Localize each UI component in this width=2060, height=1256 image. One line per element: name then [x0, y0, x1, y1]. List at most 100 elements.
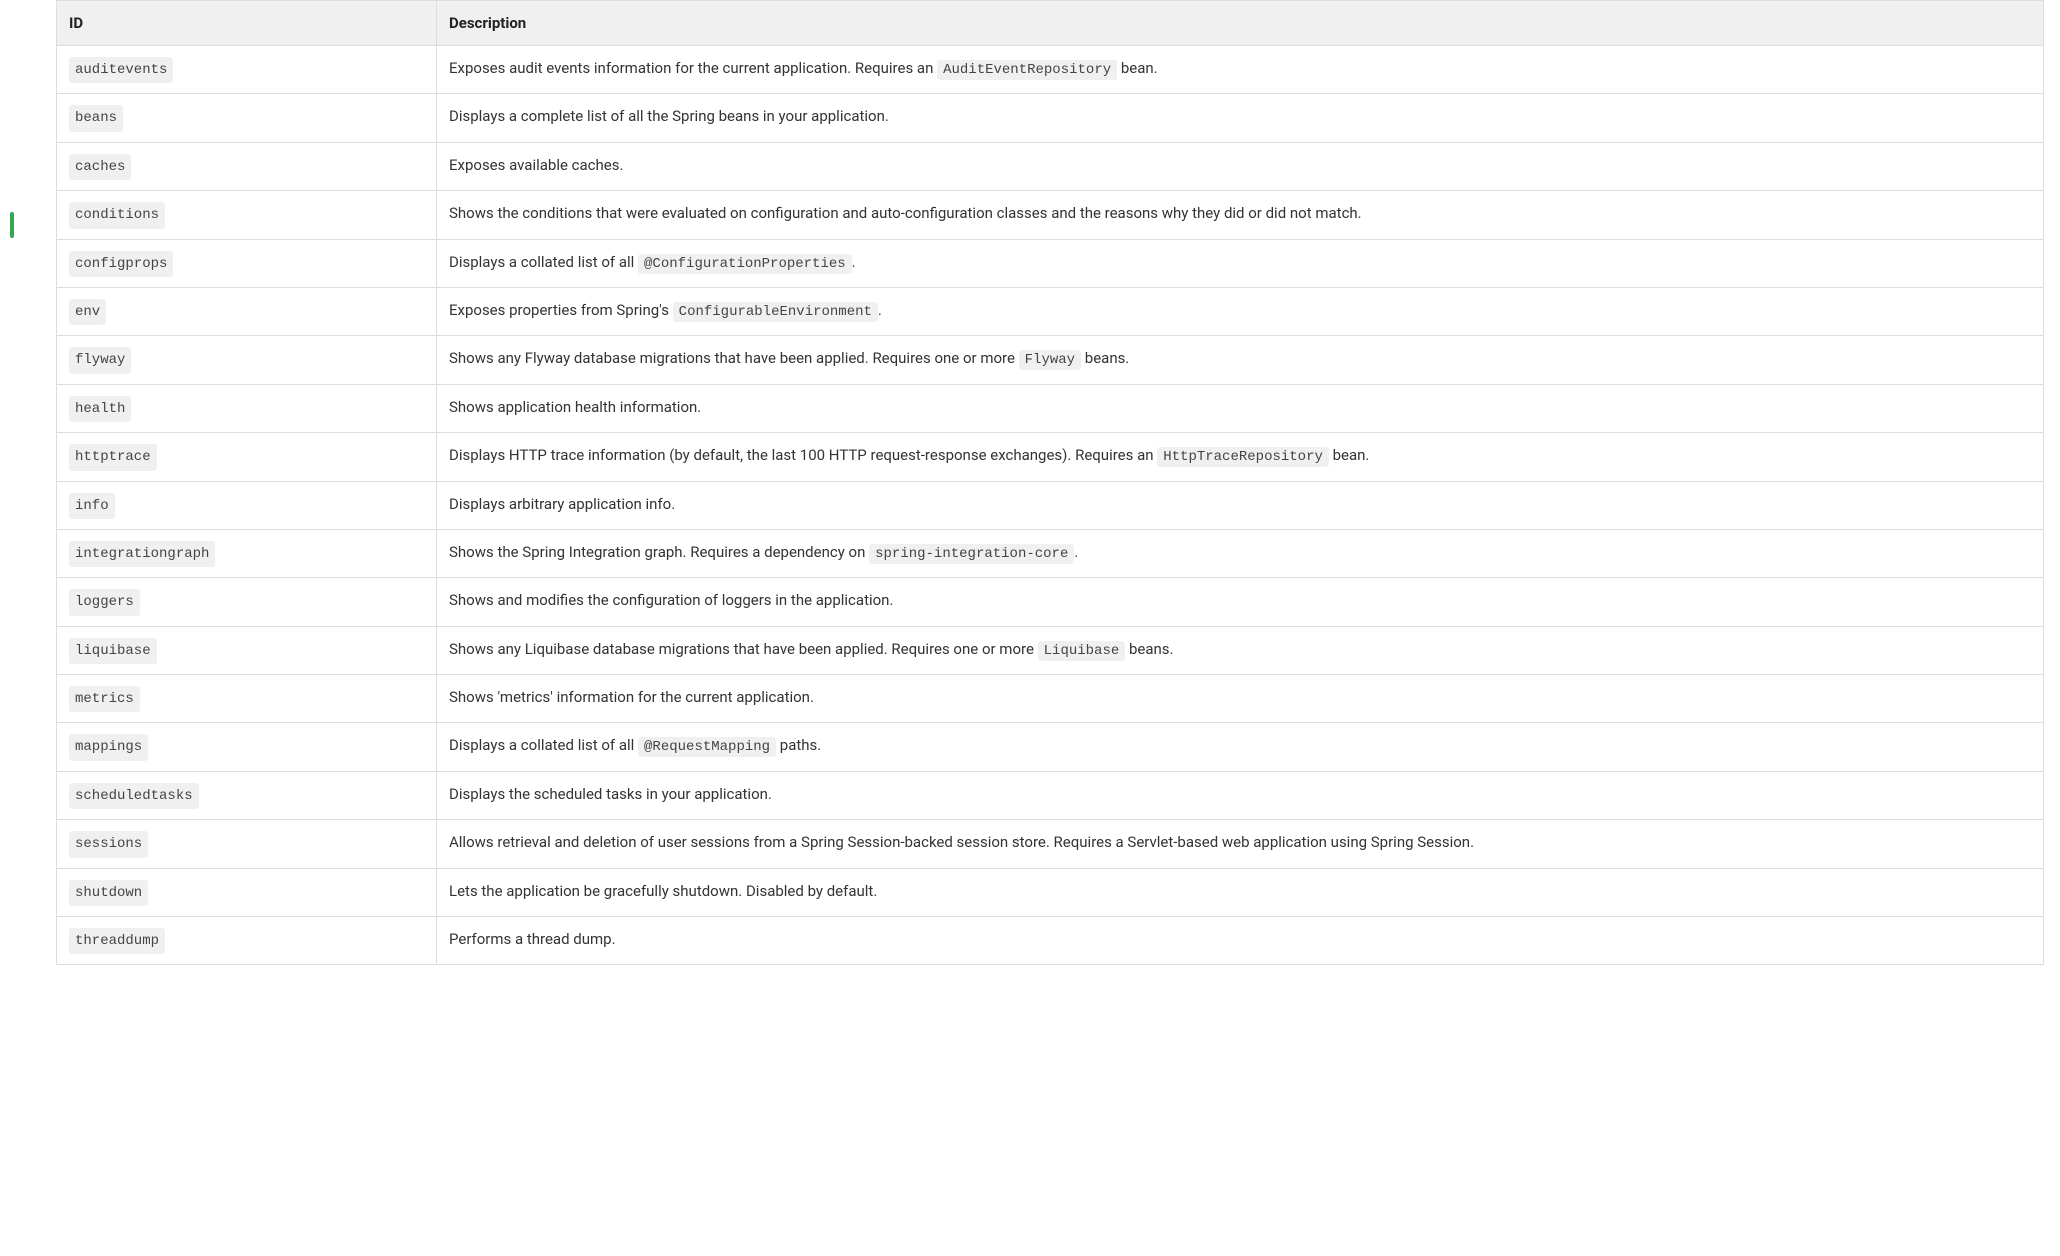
text-fragment: Shows any Liquibase database migrations … — [449, 640, 1038, 658]
table-row: auditevents Exposes audit events informat… — [57, 46, 2044, 94]
text-fragment: paths. — [776, 736, 821, 754]
table-row: metrics Shows 'metrics' information for t… — [57, 675, 2044, 723]
endpoint-description: Shows and modifies the configuration of … — [449, 591, 893, 609]
endpoint-id: liquibase — [69, 638, 157, 664]
endpoint-description-cell: Displays a collated list of all @Request… — [437, 723, 2044, 771]
endpoint-description: Displays a complete list of all the Spri… — [449, 107, 889, 125]
text-fragment: . — [878, 301, 882, 319]
text-fragment: Displays arbitrary application info. — [449, 495, 675, 513]
endpoint-id-cell: flyway — [57, 336, 437, 384]
endpoint-description-cell: Displays a complete list of all the Spri… — [437, 94, 2044, 142]
endpoint-description-cell: Lets the application be gracefully shutd… — [437, 868, 2044, 916]
endpoint-id-cell: httptrace — [57, 433, 437, 481]
endpoint-id-cell: configprops — [57, 239, 437, 287]
endpoint-id: info — [69, 493, 115, 519]
endpoint-id-cell: env — [57, 287, 437, 335]
table-row: threaddump Performs a thread dump. — [57, 917, 2044, 965]
table-row: healthShows application health informati… — [57, 384, 2044, 432]
endpoint-description-cell: Shows and modifies the configuration of … — [437, 578, 2044, 626]
text-fragment: Shows application health information. — [449, 398, 701, 416]
endpoint-description: Displays arbitrary application info. — [449, 495, 675, 513]
column-header-id: ID — [57, 1, 437, 46]
inline-code: AuditEventRepository — [937, 60, 1117, 80]
endpoint-id: mappings — [69, 734, 148, 760]
endpoint-id: flyway — [69, 347, 131, 373]
text-fragment: bean. — [1117, 59, 1158, 77]
endpoint-description-cell: Shows 'metrics' information for the curr… — [437, 675, 2044, 723]
endpoint-id-cell: beans — [57, 94, 437, 142]
text-fragment: bean. — [1329, 446, 1370, 464]
endpoint-description-cell: Shows any Liquibase database migrations … — [437, 626, 2044, 674]
table-row: env Exposes properties from Spring's Conf… — [57, 287, 2044, 335]
endpoint-description-cell: Exposes available caches. — [437, 142, 2044, 190]
endpoint-id-cell: integrationgraph — [57, 529, 437, 577]
endpoint-id: auditevents — [69, 57, 173, 83]
endpoint-description: Displays a collated list of all @Request… — [449, 736, 821, 754]
text-fragment: Allows retrieval and deletion of user se… — [449, 833, 1474, 851]
text-fragment: Exposes properties from Spring's — [449, 301, 673, 319]
endpoint-id: sessions — [69, 831, 148, 857]
endpoint-id-cell: liquibase — [57, 626, 437, 674]
text-fragment: Displays a complete list of all the Spri… — [449, 107, 889, 125]
inline-code: Flyway — [1019, 350, 1081, 370]
endpoint-id: httptrace — [69, 444, 157, 470]
endpoint-description: Exposes available caches. — [449, 156, 623, 174]
text-fragment: Exposes available caches. — [449, 156, 623, 174]
text-fragment: Shows the conditions that were evaluated… — [449, 204, 1362, 222]
table-row: scheduledtasks Displays the scheduled tas… — [57, 771, 2044, 819]
endpoint-description: Exposes properties from Spring's Configu… — [449, 301, 882, 319]
endpoint-description: Allows retrieval and deletion of user se… — [449, 833, 1474, 851]
text-fragment: Displays a collated list of all — [449, 253, 638, 271]
endpoint-description: Lets the application be gracefully shutd… — [449, 882, 877, 900]
text-fragment: beans. — [1081, 349, 1129, 367]
text-fragment: Shows the Spring Integration graph. Requ… — [449, 543, 869, 561]
endpoint-id-cell: metrics — [57, 675, 437, 723]
endpoints-table: ID Description auditevents Exposes audit … — [56, 0, 2044, 965]
table-row: configprops Displays a collated list of a… — [57, 239, 2044, 287]
table-row: mappings Displays a collated list of all … — [57, 723, 2044, 771]
column-header-description: Description — [437, 1, 2044, 46]
inline-code: Liquibase — [1038, 641, 1126, 661]
endpoint-description-cell: Shows any Flyway database migrations tha… — [437, 336, 2044, 384]
inline-code: spring-integration-core — [869, 544, 1074, 564]
text-fragment: Displays the scheduled tasks in your app… — [449, 785, 772, 803]
table-row: shutdown Lets the application be graceful… — [57, 868, 2044, 916]
endpoint-id-cell: threaddump — [57, 917, 437, 965]
content-area: ID Description auditevents Exposes audit … — [56, 0, 2044, 965]
endpoint-description-cell: Exposes audit events information for the… — [437, 46, 2044, 94]
text-fragment: Shows 'metrics' information for the curr… — [449, 688, 814, 706]
endpoint-id-cell: scheduledtasks — [57, 771, 437, 819]
inline-code: ConfigurableEnvironment — [673, 302, 878, 322]
section-marker — [10, 212, 14, 238]
table-row: liquibase Shows any Liquibase database mi… — [57, 626, 2044, 674]
inline-code: @ConfigurationProperties — [638, 254, 852, 274]
table-row: flyway Shows any Flyway database migratio… — [57, 336, 2044, 384]
text-fragment: . — [1074, 543, 1078, 561]
table-row: loggersShows and modifies the configurat… — [57, 578, 2044, 626]
endpoint-description-cell: Exposes properties from Spring's Configu… — [437, 287, 2044, 335]
endpoint-id: scheduledtasks — [69, 783, 199, 809]
endpoint-id-cell: auditevents — [57, 46, 437, 94]
endpoint-description: Displays a collated list of all @Configu… — [449, 253, 856, 271]
endpoint-description-cell: Displays the scheduled tasks in your app… — [437, 771, 2044, 819]
endpoint-id-cell: info — [57, 481, 437, 529]
text-fragment: Lets the application be gracefully shutd… — [449, 882, 877, 900]
text-fragment: Displays HTTP trace information (by defa… — [449, 446, 1157, 464]
endpoint-id-cell: conditions — [57, 191, 437, 239]
endpoint-description-cell: Shows the Spring Integration graph. Requ… — [437, 529, 2044, 577]
endpoint-id-cell: sessions — [57, 820, 437, 868]
endpoint-description: Exposes audit events information for the… — [449, 59, 1158, 77]
endpoint-description-cell: Displays arbitrary application info. — [437, 481, 2044, 529]
endpoint-description: Shows the conditions that were evaluated… — [449, 204, 1362, 222]
text-fragment: Displays a collated list of all — [449, 736, 638, 754]
endpoint-id: shutdown — [69, 880, 148, 906]
text-fragment: beans. — [1125, 640, 1173, 658]
endpoint-id: threaddump — [69, 928, 165, 954]
endpoint-description-cell: Displays a collated list of all @Configu… — [437, 239, 2044, 287]
endpoint-description-cell: Performs a thread dump. — [437, 917, 2044, 965]
table-row: conditions Shows the conditions that were… — [57, 191, 2044, 239]
table-row: integrationgraph Shows the Spring Integra… — [57, 529, 2044, 577]
endpoint-description: Shows any Flyway database migrations tha… — [449, 349, 1129, 367]
endpoint-description: Performs a thread dump. — [449, 930, 616, 948]
endpoint-description-cell: Displays HTTP trace information (by defa… — [437, 433, 2044, 481]
